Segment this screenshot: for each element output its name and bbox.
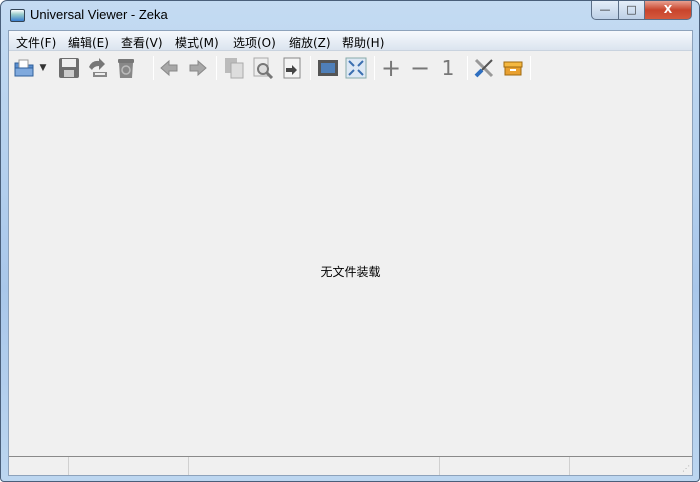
status-cell	[440, 457, 570, 475]
recycle-bin-icon[interactable]	[114, 56, 138, 80]
actual-size-button[interactable]: 1	[436, 56, 460, 80]
app-icon	[10, 9, 25, 22]
menu-help[interactable]: 帮助(H)	[342, 34, 384, 51]
minimize-button[interactable]: —	[591, 1, 619, 20]
image-view-icon[interactable]	[316, 56, 340, 80]
resize-grip-icon[interactable]: ⋰	[682, 464, 690, 473]
previous-arrow-icon[interactable]	[157, 56, 181, 80]
status-cell	[69, 457, 189, 475]
menu-options[interactable]: 选项(O)	[233, 34, 276, 51]
app-window: Universal Viewer - Zeka — □ X 文件(F) 编辑(E…	[0, 0, 700, 482]
window-title: Universal Viewer - Zeka	[30, 7, 168, 22]
menu-mode[interactable]: 模式(M)	[175, 34, 219, 51]
toolbar-separator	[467, 56, 468, 80]
next-arrow-icon[interactable]	[186, 56, 210, 80]
close-button[interactable]: X	[644, 1, 692, 20]
fullscreen-icon[interactable]	[344, 56, 368, 80]
no-file-loaded-message: 无文件装载	[320, 265, 381, 279]
toolbar-separator	[310, 56, 311, 80]
menu-view[interactable]: 查看(V)	[121, 34, 163, 51]
menu-edit[interactable]: 编辑(E)	[68, 34, 109, 51]
toolbar-separator	[153, 56, 154, 80]
toolbar-separator	[216, 56, 217, 80]
package-icon[interactable]	[501, 56, 525, 80]
menu-file[interactable]: 文件(F)	[16, 34, 56, 51]
export-file-icon[interactable]	[280, 56, 304, 80]
toolbar: ▼ + − 1	[9, 52, 692, 83]
open-folder-icon[interactable]	[12, 56, 36, 80]
save-icon[interactable]	[57, 56, 81, 80]
save-as-arrow-icon[interactable]	[85, 56, 109, 80]
zoom-in-button[interactable]: +	[379, 54, 403, 82]
copy-icon[interactable]	[222, 56, 246, 80]
menu-bar: 文件(F) 编辑(E) 查看(V) 模式(M) 选项(O) 缩放(Z) 帮助(H…	[9, 31, 692, 51]
open-dropdown-arrow-icon[interactable]: ▼	[37, 56, 49, 80]
status-cell	[189, 457, 440, 475]
zoom-out-button[interactable]: −	[408, 54, 432, 82]
status-cell	[9, 457, 69, 475]
client-area: 文件(F) 编辑(E) 查看(V) 模式(M) 选项(O) 缩放(Z) 帮助(H…	[8, 30, 693, 476]
toolbar-separator	[530, 56, 531, 80]
maximize-button[interactable]: □	[618, 1, 645, 20]
status-bar: ⋰	[9, 456, 692, 475]
menu-zoom[interactable]: 缩放(Z)	[289, 34, 331, 51]
file-search-icon[interactable]	[251, 56, 275, 80]
tools-settings-icon[interactable]	[472, 56, 496, 80]
toolbar-separator	[374, 56, 375, 80]
